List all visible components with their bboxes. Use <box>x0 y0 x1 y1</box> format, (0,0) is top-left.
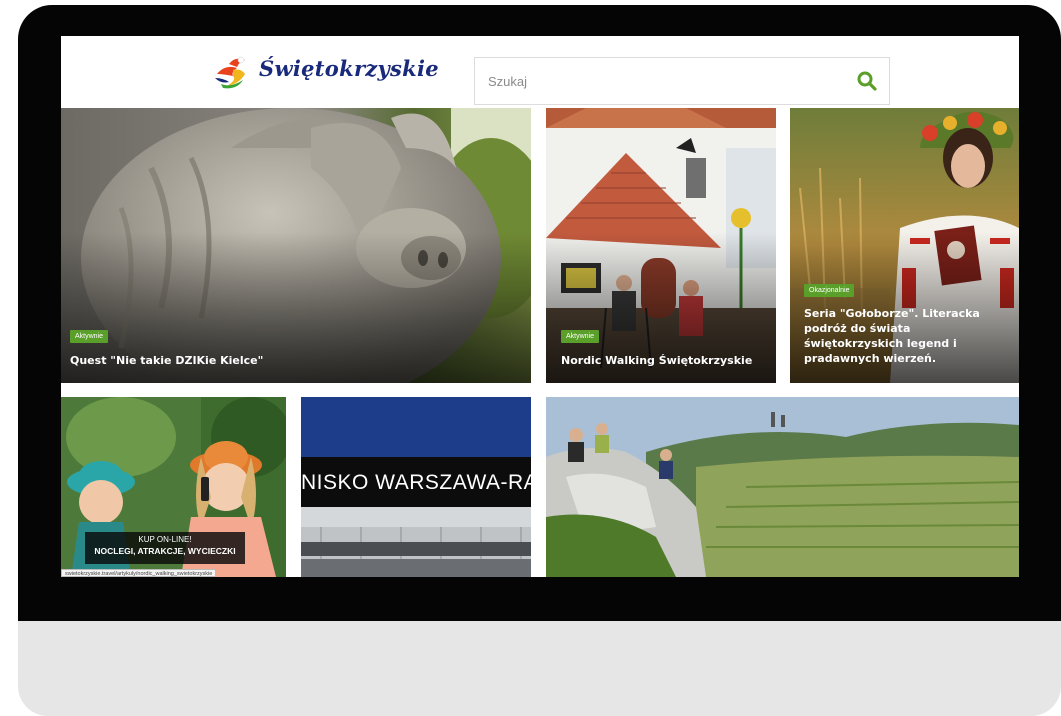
article-title-line: świętokrzyskich legend i <box>804 337 957 350</box>
article-tile-quest[interactable]: Aktywnie Quest "Nie takie DZIKie Kielce" <box>61 108 531 383</box>
article-tile-goloborze[interactable]: Okazjonalnie Seria "Gołoborze". Literack… <box>790 108 1019 383</box>
article-title-line: podróż do świata <box>804 322 911 335</box>
article-title: Nordic Walking Świętokrzyskie <box>561 354 753 367</box>
category-badge: Aktywnie <box>561 330 600 343</box>
article-tile-airport[interactable]: NISKO WARSZAWA-RA <box>301 397 531 577</box>
promo-banner[interactable]: KUP ON-LINE! NOCLEGI, ATRAKCJE, WYCIECZK… <box>85 532 245 564</box>
article-tile-nordic-walking[interactable]: Aktywnie Nordic Walking Świętokrzyskie <box>546 108 776 383</box>
category-badge: Aktywnie <box>70 330 109 343</box>
article-tile-landscape[interactable] <box>546 397 1019 577</box>
category-badge: Okazjonalnie <box>804 284 855 297</box>
search-box <box>474 57 890 105</box>
article-title-line: pradawnych wierzeń. <box>804 352 937 365</box>
link-status-bar: swietokrzyskie.travel/artykuly/nordic_wa… <box>61 569 217 577</box>
promo-line-1: KUP ON-LINE! <box>138 535 192 544</box>
logo-mascot-icon <box>215 56 245 89</box>
logo-text: Świętokrzyskie <box>259 56 439 81</box>
landscape-image <box>546 397 1019 577</box>
article-title-line: Seria "Gołoborze". Literacka <box>804 307 980 320</box>
search-input[interactable] <box>475 58 848 104</box>
site-logo[interactable]: Świętokrzyskie <box>211 54 451 94</box>
search-button[interactable] <box>855 69 879 93</box>
site-header: Świętokrzyskie <box>61 36 1019 108</box>
article-title: Seria "Gołoborze". Literacka podróż do ś… <box>804 306 1004 366</box>
promo-line-2: NOCLEGI, ATRAKCJE, WYCIECZKI <box>94 546 236 556</box>
article-title: Quest "Nie takie DZIKie Kielce" <box>70 354 264 367</box>
promo-tile-kids[interactable]: KUP ON-LINE! NOCLEGI, ATRAKCJE, WYCIECZK… <box>61 397 286 577</box>
airport-sign-text: NISKO WARSZAWA-RA <box>301 471 531 494</box>
search-icon <box>857 71 877 91</box>
website-screen: Świętokrzyskie Szukaj Aktywnie Quest "Ni… <box>61 36 1019 577</box>
monitor-stand <box>18 621 1061 716</box>
